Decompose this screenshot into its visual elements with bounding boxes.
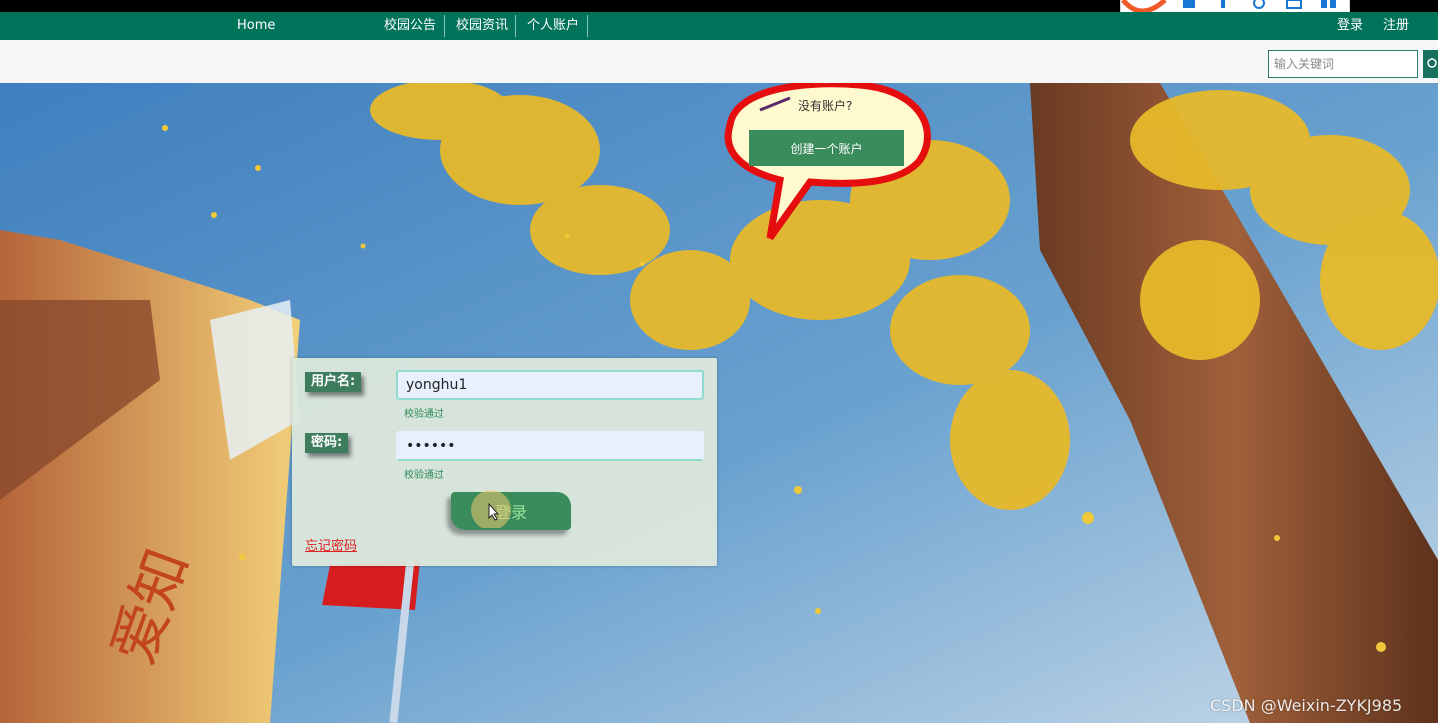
nav-home[interactable]: Home [237, 12, 275, 40]
username-hint: 校验通过 [404, 409, 444, 420]
nav-divider [587, 15, 588, 37]
password-field[interactable]: •••••• [396, 431, 704, 461]
nav-divider [515, 15, 516, 37]
search-bar: 输入关键词 [0, 40, 1438, 84]
forgot-password-link[interactable]: 忘记密码 [305, 535, 357, 554]
password-label: 密码: [305, 433, 349, 453]
dot-icon [1221, 0, 1225, 8]
background-illustration: 爱知 [0, 83, 1438, 723]
main-navbar: Home 校园公告 校园资讯 个人账户 登录 注册 [0, 12, 1438, 40]
no-account-question: 没有账户? [798, 99, 853, 113]
nav-divider [444, 15, 445, 37]
bulb-icon [1253, 0, 1265, 9]
cursor-highlight-icon [471, 490, 511, 528]
grid-icon [1321, 0, 1327, 8]
username-label: 用户名: [305, 372, 362, 392]
login-button[interactable]: 登录 [451, 490, 571, 530]
nav-announcements[interactable]: 校园公告 [384, 12, 436, 40]
search-button[interactable] [1423, 50, 1438, 78]
app-logo-icon [1121, 0, 1167, 14]
create-account-button[interactable]: 创建一个账户 [749, 130, 904, 166]
password-hint: 校验通过 [404, 470, 444, 481]
nav-login[interactable]: 登录 [1337, 12, 1363, 40]
search-icon [1427, 58, 1437, 68]
window-icon [1286, 0, 1302, 9]
nav-account[interactable]: 个人账户 [527, 12, 579, 40]
username-field[interactable]: yonghu1 [396, 370, 704, 400]
nav-news[interactable]: 校园资讯 [456, 12, 508, 40]
pin-icon [1183, 0, 1195, 8]
watermark: CSDN @Weixin-ZYKJ985 [1210, 696, 1403, 715]
nav-register[interactable]: 注册 [1383, 12, 1409, 40]
search-input[interactable]: 输入关键词 [1268, 50, 1418, 78]
login-panel: 用户名: yonghu1 校验通过 密码: •••••• 校验通过 登录 忘记密… [292, 358, 717, 566]
